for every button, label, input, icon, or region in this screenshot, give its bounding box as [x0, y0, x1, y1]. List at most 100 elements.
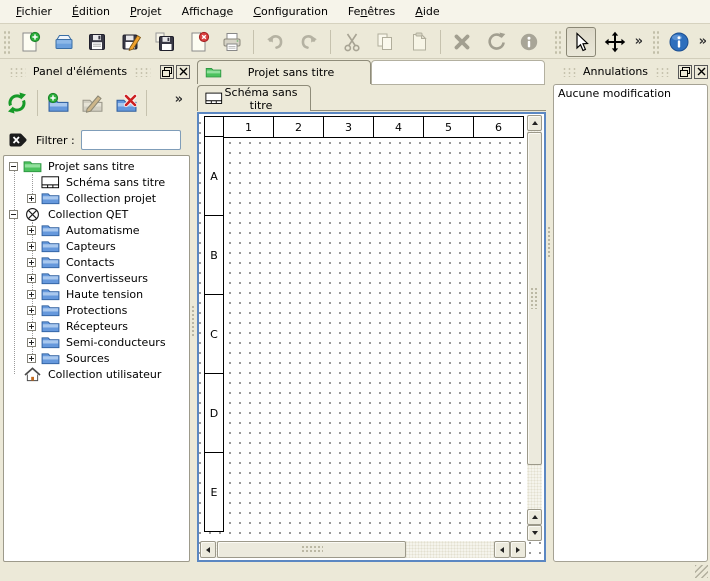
horizontal-scroll-track[interactable] [216, 541, 494, 558]
right-splitter[interactable] [546, 60, 553, 562]
toolbar-drag-handle[interactable] [3, 30, 10, 54]
horizontal-scroll-thumb[interactable] [217, 541, 406, 558]
delete-button[interactable] [447, 27, 477, 57]
edit-category-button[interactable] [77, 88, 107, 118]
element-info-button[interactable] [514, 27, 544, 57]
float-panel-button[interactable] [160, 65, 174, 79]
schema-view[interactable]: 1 2 3 4 5 6 A B C D E [197, 112, 546, 562]
cut-button[interactable] [337, 27, 367, 57]
close-file-button[interactable] [184, 27, 214, 57]
frame-column-label: 4 [373, 116, 424, 138]
scroll-up-button-2[interactable] [527, 509, 542, 525]
new-category-button[interactable] [43, 88, 73, 118]
save-as-button[interactable] [116, 27, 146, 57]
close-icon [179, 67, 188, 76]
undo-list-item[interactable]: Aucune modification [558, 87, 703, 101]
tree-item-collection-projet[interactable]: Collection projet [4, 190, 189, 206]
save-button[interactable] [82, 27, 112, 57]
schema-canvas[interactable] [199, 114, 544, 560]
toolbar-separator [253, 30, 254, 54]
scroll-right-button[interactable] [510, 541, 526, 558]
frame-column-label: 2 [273, 116, 324, 138]
reload-collections-button[interactable] [2, 88, 32, 118]
expand-expander[interactable] [27, 338, 36, 347]
schema-tab-icon [205, 92, 223, 105]
scroll-left-button[interactable] [200, 541, 216, 558]
rotate-button[interactable] [481, 27, 511, 57]
left-arrow-icon [206, 547, 210, 553]
undo-history-list[interactable]: Aucune modification [553, 84, 708, 562]
expand-expander[interactable] [27, 258, 36, 267]
undo-button[interactable] [260, 27, 290, 57]
menu-fichier[interactable]: Fichier [6, 2, 62, 21]
collapse-expander[interactable] [9, 210, 18, 219]
menu-configuration[interactable]: Configuration [243, 2, 338, 21]
vertical-scrollbar[interactable] [527, 115, 542, 541]
redo-button[interactable] [294, 27, 324, 57]
tree-item-automatisme[interactable]: Automatisme [4, 222, 189, 238]
toolbar-separator [37, 90, 38, 116]
save-all-button[interactable] [150, 27, 180, 57]
size-grip[interactable] [695, 565, 708, 578]
filter-input[interactable] [81, 130, 181, 150]
copy-button[interactable] [370, 27, 400, 57]
menu-fenetres[interactable]: Fenêtres [338, 2, 405, 21]
left-splitter[interactable] [190, 60, 197, 562]
expand-expander[interactable] [27, 194, 36, 203]
toolbar-overflow-chevron[interactable]: » [632, 34, 646, 49]
close-panel-button[interactable] [176, 65, 190, 79]
tree-item-projet-sans-titre[interactable]: Projet sans titre [4, 158, 189, 174]
toolbar-overflow-chevron[interactable]: » [696, 34, 710, 49]
menu-aide[interactable]: Aide [405, 2, 449, 21]
expand-expander[interactable] [27, 306, 36, 315]
tree-item-collection-qet[interactable]: Collection QET [4, 206, 189, 222]
expand-expander[interactable] [27, 290, 36, 299]
float-panel-button[interactable] [678, 65, 692, 79]
toolbar-drag-handle[interactable] [652, 30, 659, 54]
tree-item-contacts[interactable]: Contacts [4, 254, 189, 270]
info-gray-icon [518, 31, 540, 53]
toolbar-drag-handle[interactable] [554, 30, 561, 54]
horizontal-scrollbar[interactable] [200, 541, 526, 558]
panel-overflow-chevron[interactable]: » [172, 92, 186, 107]
paste-button[interactable] [404, 27, 434, 57]
expand-expander[interactable] [27, 354, 36, 363]
about-button[interactable] [664, 27, 694, 57]
home-icon [23, 367, 42, 382]
tree-item-sources[interactable]: Sources [4, 350, 189, 366]
thumb-grip [301, 545, 323, 554]
folder-blue-icon [41, 239, 60, 254]
select-tool-button[interactable] [566, 27, 596, 57]
clear-filter-button[interactable] [6, 130, 30, 150]
left-arrow-icon [500, 547, 504, 553]
menu-edition[interactable]: Édition [62, 2, 120, 21]
tree-item-capteurs[interactable]: Capteurs [4, 238, 189, 254]
scroll-down-button[interactable] [527, 525, 542, 541]
tree-item-protections[interactable]: Protections [4, 302, 189, 318]
vertical-scroll-thumb[interactable] [527, 132, 542, 465]
open-file-button[interactable] [49, 27, 79, 57]
vertical-scroll-track[interactable] [527, 131, 542, 509]
expand-expander[interactable] [27, 322, 36, 331]
collapse-expander[interactable] [9, 162, 18, 171]
tree-item-haute-tension[interactable]: Haute tension [4, 286, 189, 302]
tab-projet-sans-titre[interactable]: Projet sans titre [197, 60, 371, 84]
tree-item-semi-conducteurs[interactable]: Semi-conducteurs [4, 334, 189, 350]
tree-item-recepteurs[interactable]: Récepteurs [4, 318, 189, 334]
scroll-up-button[interactable] [527, 115, 542, 131]
expand-expander[interactable] [27, 226, 36, 235]
close-panel-button[interactable] [694, 65, 708, 79]
tree-item-collection-utilisateur[interactable]: Collection utilisateur [4, 366, 189, 382]
delete-category-button[interactable] [111, 88, 141, 118]
expand-expander[interactable] [27, 274, 36, 283]
move-tool-button[interactable] [600, 27, 630, 57]
tree-item-convertisseurs[interactable]: Convertisseurs [4, 270, 189, 286]
tab-schema-sans-titre[interactable]: Schéma sans titre [197, 85, 311, 111]
expand-expander[interactable] [27, 242, 36, 251]
tree-item-schema-sans-titre[interactable]: Schéma sans titre [4, 174, 189, 190]
menu-projet[interactable]: Projet [120, 2, 172, 21]
new-file-button[interactable] [15, 27, 45, 57]
scroll-left-button-2[interactable] [494, 541, 510, 558]
menu-affichage[interactable]: Affichage [172, 2, 244, 21]
print-button[interactable] [217, 27, 247, 57]
